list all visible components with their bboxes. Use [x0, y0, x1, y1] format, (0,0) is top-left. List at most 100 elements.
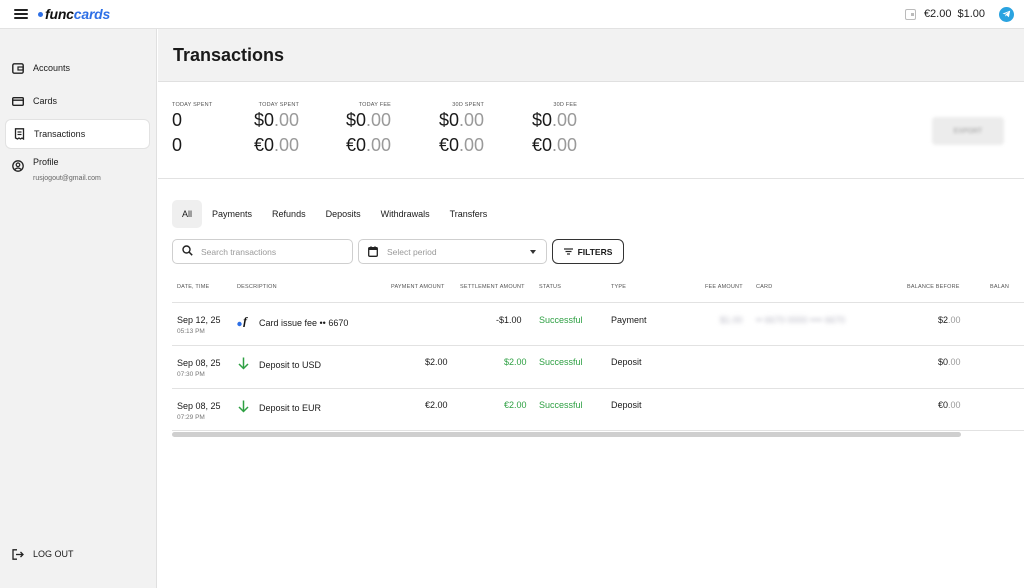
sidebar-item-label: Accounts [33, 63, 71, 73]
table-row[interactable]: Sep 12, 25 05:13 PM f Card issue fee •• … [172, 302, 1024, 345]
column-header-type[interactable]: TYPE [611, 284, 626, 290]
table-row[interactable]: Sep 08, 25 07:29 PM Deposit to EUR €2.00… [172, 388, 1024, 431]
sidebar-item-accounts[interactable]: Accounts [5, 53, 150, 83]
row-status: Successful [539, 357, 583, 367]
card-icon [12, 95, 24, 107]
stat-value-usd: $0.00 [439, 110, 485, 130]
stat-value-eur: €0.00 [439, 135, 485, 155]
stat-value-eur: €0.00 [254, 135, 300, 155]
row-date: Sep 12, 25 [177, 315, 221, 325]
column-header-fee-amount[interactable]: FEE AMOUNT [705, 284, 743, 290]
balance-eur: €2.00 [923, 8, 952, 20]
stat-today-spent-count: TODAY SPENT 0 0 [172, 102, 212, 158]
filters-button[interactable]: FILTERS [552, 239, 624, 264]
row-card: •• 6670 0000 •••• 6670 [756, 315, 845, 325]
row-description: Deposit to USD [259, 360, 322, 370]
telegram-icon[interactable] [999, 6, 1014, 22]
search-box [172, 239, 353, 264]
page-header: Transactions [158, 29, 1024, 82]
wallet-icon [12, 62, 24, 74]
column-header-card[interactable]: CARD [756, 284, 772, 290]
row-payment-amount: €2.00 [425, 400, 448, 410]
row-time: 07:30 PM [177, 371, 205, 378]
table-row[interactable]: Sep 08, 25 07:30 PM Deposit to USD $2.00… [172, 345, 1024, 388]
row-type: Deposit [611, 357, 642, 367]
stat-value-eur: €0.00 [532, 135, 578, 155]
column-header-payment-amount[interactable]: PAYMENT AMOUNT [391, 284, 445, 290]
row-settlement-amount: $2.00 [504, 357, 527, 367]
logo-text-cards: cards [73, 6, 111, 22]
sidebar-item-cards[interactable]: Cards [5, 86, 150, 116]
logout-icon [12, 548, 24, 560]
stat-value-eur: €0.00 [346, 135, 392, 155]
filters-label: FILTERS [577, 246, 613, 257]
row-description: Deposit to EUR [259, 403, 322, 413]
column-header-balance-before[interactable]: BALANCE BEFORE [907, 284, 960, 290]
row-settlement-amount: -$1.00 [496, 315, 522, 325]
balance-usd: $1.00 [957, 8, 985, 20]
stat-today-spent: TODAY SPENT $0.00 €0.00 [254, 102, 299, 158]
column-header-settlement-amount[interactable]: SETTLEMENT AMOUNT [460, 284, 525, 290]
logout-button[interactable]: LOG OUT [12, 548, 74, 560]
svg-text:f: f [243, 315, 248, 327]
sidebar-item-label: Cards [33, 96, 58, 106]
column-header-date[interactable]: DATE, TIME [177, 284, 209, 290]
row-status: Successful [539, 400, 583, 410]
stat-value-usd: $0.00 [254, 110, 300, 130]
row-time: 07:29 PM [177, 414, 205, 421]
user-icon [12, 160, 24, 172]
wallet-icon [904, 8, 916, 20]
column-header-status[interactable]: STATUS [539, 284, 561, 290]
period-placeholder: Select period [387, 246, 437, 257]
row-payment-amount: $2.00 [425, 357, 448, 367]
sidebar-item-transactions[interactable]: Transactions [5, 119, 150, 149]
search-icon [182, 243, 193, 261]
row-status: Successful [539, 315, 583, 325]
logo-text-func: func [45, 6, 74, 22]
profile-email: rusjogout@gmail.com [33, 175, 101, 182]
tab-payments[interactable]: Payments [202, 200, 262, 228]
row-balance-before: $2.00 [938, 315, 961, 325]
column-header-description[interactable]: DESCRIPTION [237, 284, 277, 290]
row-type: Payment [611, 315, 647, 325]
row-time: 05:13 PM [177, 328, 205, 335]
row-balance-before: $0.00 [938, 357, 961, 367]
filter-lines-icon [563, 248, 573, 255]
header-balances: €2.00 $1.00 [904, 6, 1014, 22]
arrow-down-icon [238, 357, 249, 372]
horizontal-scrollbar[interactable] [172, 432, 961, 437]
logout-label: LOG OUT [33, 549, 74, 559]
receipt-icon [13, 128, 25, 140]
stat-30d-fee: 30D FEE $0.00 €0.00 [532, 102, 577, 158]
main-content: Transactions TODAY SPENT 0 0 TODAY SPENT… [158, 29, 1024, 588]
logo-dot [38, 11, 43, 17]
tab-withdrawals[interactable]: Withdrawals [371, 200, 440, 228]
stat-value-usd: 0 [172, 110, 183, 130]
search-input[interactable] [201, 246, 341, 257]
transaction-tabs: All Payments Refunds Deposits Withdrawal… [172, 200, 497, 228]
stat-today-fee: TODAY FEE $0.00 €0.00 [346, 102, 391, 158]
stat-value-usd: $0.00 [532, 110, 578, 130]
calendar-icon [368, 246, 378, 257]
period-select[interactable]: Select period [358, 239, 547, 264]
sidebar-item-label: Profile [33, 157, 59, 167]
tab-refunds[interactable]: Refunds [262, 200, 316, 228]
row-description: Card issue fee •• 6670 [259, 318, 349, 328]
stat-value-usd: $0.00 [346, 110, 392, 130]
tab-transfers[interactable]: Transfers [440, 200, 498, 228]
row-date: Sep 08, 25 [177, 358, 221, 368]
stat-30d-spent: 30D SPENT $0.00 €0.00 [439, 102, 484, 158]
arrow-down-icon [238, 400, 249, 415]
funccards-f-icon: f [237, 314, 251, 329]
export-button[interactable]: EXPORT [932, 117, 1004, 145]
funccards-logo[interactable]: func cards [38, 6, 110, 22]
row-balance-before: €0.00 [938, 400, 961, 410]
tab-deposits[interactable]: Deposits [316, 200, 371, 228]
tab-all[interactable]: All [172, 200, 203, 228]
page-title: Transactions [173, 44, 285, 65]
hamburger-menu-icon[interactable] [14, 9, 28, 19]
column-header-balance-after[interactable]: BALAN [990, 284, 1009, 290]
row-date: Sep 08, 25 [177, 401, 221, 411]
row-fee-amount: $1.00 [720, 315, 743, 325]
top-bar: func cards €2.00 $1.00 [0, 0, 1024, 29]
